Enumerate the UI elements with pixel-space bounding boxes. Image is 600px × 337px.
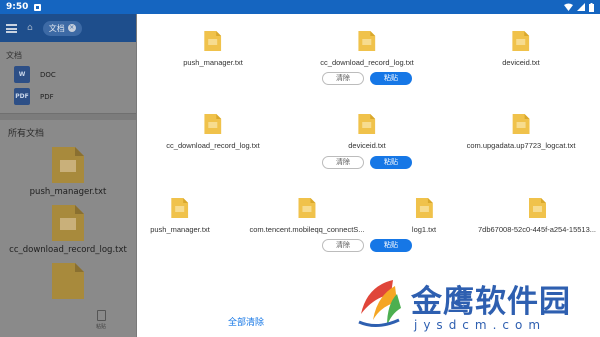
txt-file-icon bbox=[204, 31, 222, 51]
file-name: cc_download_record_log.txt bbox=[166, 141, 260, 150]
file-name: log1.txt bbox=[411, 225, 437, 234]
pdf-type-item[interactable]: PDF PDF bbox=[0, 83, 136, 105]
txt-file-icon bbox=[204, 114, 222, 134]
txt-file-icon bbox=[528, 198, 546, 218]
file-name: cc_download_record_log.txt bbox=[320, 58, 414, 67]
clip-file-item[interactable]: cc_download_record_log.txt bbox=[166, 114, 260, 150]
clip-file-item[interactable]: com.upgadata.up7723_logcat.txt bbox=[466, 114, 576, 150]
clear-button[interactable]: 清除 bbox=[322, 156, 364, 169]
paste-button[interactable]: 粘贴 bbox=[370, 72, 412, 85]
status-icons bbox=[564, 2, 594, 12]
section-label: 文档 bbox=[6, 51, 22, 60]
watermark-subtitle: jysdcm.com bbox=[414, 318, 547, 332]
paste-button[interactable]: 粘贴 bbox=[370, 239, 412, 252]
file-name: deviceid.txt bbox=[348, 141, 386, 150]
status-time: 9:50 bbox=[6, 2, 29, 12]
list-item[interactable] bbox=[0, 263, 136, 299]
watermark-title: 金鹰软件园 bbox=[411, 284, 571, 320]
clip-file-item[interactable]: cc_download_record_log.txt bbox=[320, 31, 414, 67]
tab-label: 文档 bbox=[48, 23, 65, 33]
paste-button[interactable]: 粘贴 bbox=[370, 156, 412, 169]
txt-file-icon bbox=[415, 198, 433, 218]
menu-icon[interactable] bbox=[6, 23, 17, 33]
status-bar: 9:50 bbox=[0, 0, 600, 14]
signal-icon bbox=[577, 3, 585, 11]
group-actions: 清除 粘贴 bbox=[322, 72, 412, 85]
group-actions: 清除 粘贴 bbox=[322, 156, 412, 169]
close-icon[interactable]: × bbox=[67, 24, 76, 32]
paste-tool-label: 粘贴 bbox=[95, 324, 106, 330]
paste-tool[interactable]: 粘贴 bbox=[88, 310, 114, 330]
txt-file-icon bbox=[358, 114, 376, 134]
clip-file-item[interactable]: deviceid.txt bbox=[348, 114, 386, 150]
doc-type-label: DOC bbox=[40, 70, 56, 79]
file-name: push_manager.txt bbox=[29, 187, 107, 197]
clip-file-item[interactable]: 7db67008-52c0-445f-a254-15513... bbox=[478, 198, 596, 234]
clear-button[interactable]: 清除 bbox=[322, 239, 364, 252]
watermark: 金鹰软件园 jysdcm.com bbox=[349, 270, 600, 337]
clipboard-icon bbox=[96, 310, 106, 321]
file-name: push_manager.txt bbox=[150, 225, 210, 234]
list-item[interactable]: cc_download_record_log.txt bbox=[0, 205, 136, 255]
screen: 9:50 ⌂ 文档 × 文档 W DOC PDF PDF 所有文档 push_m… bbox=[0, 0, 600, 337]
txt-file-icon bbox=[512, 31, 530, 51]
pdf-type-label: PDF bbox=[40, 92, 54, 101]
file-name: com.tencent.mobileqq_connectS... bbox=[249, 225, 365, 234]
clip-file-item[interactable]: deviceid.txt bbox=[502, 31, 540, 67]
background-app: ⌂ 文档 × 文档 W DOC PDF PDF 所有文档 push_manage… bbox=[0, 14, 136, 337]
txt-file-icon bbox=[52, 205, 84, 241]
eagle-logo-icon bbox=[358, 280, 401, 327]
word-icon: W bbox=[14, 66, 30, 83]
file-name: push_manager.txt bbox=[183, 58, 243, 67]
txt-file-icon bbox=[358, 31, 376, 51]
clip-file-item[interactable]: com.tencent.mobileqq_connectS... bbox=[249, 198, 365, 234]
file-name: 7db67008-52c0-445f-a254-15513... bbox=[477, 225, 597, 234]
txt-file-icon bbox=[52, 147, 84, 183]
file-name: deviceid.txt bbox=[502, 58, 540, 67]
file-name: com.upgadata.up7723_logcat.txt bbox=[466, 141, 576, 150]
divider bbox=[0, 113, 136, 120]
home-icon[interactable]: ⌂ bbox=[27, 23, 33, 33]
tab-documents[interactable]: 文档 × bbox=[42, 20, 82, 36]
wifi-icon bbox=[564, 3, 573, 11]
clip-file-item[interactable]: log1.txt bbox=[412, 198, 436, 234]
clip-file-item[interactable]: push_manager.txt bbox=[183, 31, 243, 67]
txt-file-icon bbox=[52, 263, 84, 299]
clip-file-item[interactable]: push_manager.txt bbox=[150, 198, 210, 234]
all-documents-heading: 所有文档 bbox=[8, 129, 45, 139]
list-item[interactable]: push_manager.txt bbox=[0, 147, 136, 197]
doc-type-item[interactable]: W DOC bbox=[0, 61, 136, 83]
app-bar: ⌂ 文档 × bbox=[0, 14, 136, 42]
notification-icon bbox=[34, 3, 42, 11]
file-name: cc_download_record_log.txt bbox=[9, 245, 127, 255]
clear-button[interactable]: 清除 bbox=[322, 72, 364, 85]
pdf-icon: PDF bbox=[14, 88, 30, 105]
clear-all-button[interactable]: 全部清除 bbox=[228, 315, 264, 328]
group-actions: 清除 粘贴 bbox=[322, 239, 412, 252]
txt-file-icon bbox=[512, 114, 530, 134]
battery-icon bbox=[589, 2, 594, 12]
txt-file-icon bbox=[171, 198, 189, 218]
txt-file-icon bbox=[298, 198, 316, 218]
